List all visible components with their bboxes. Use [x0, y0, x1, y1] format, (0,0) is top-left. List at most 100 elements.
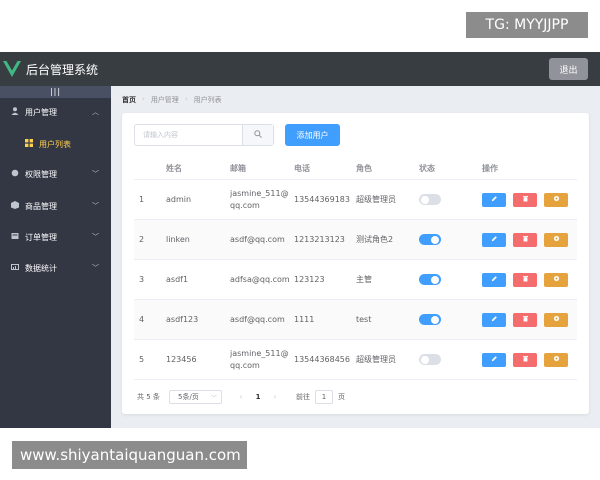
sidebar-item-permissions[interactable]: 权限管理 ﹀	[0, 164, 111, 184]
user-email: jasmine_511@qq.com	[230, 348, 289, 370]
edit-button[interactable]	[482, 352, 506, 367]
user-email: asdf@qq.com	[230, 234, 285, 244]
prev-page-button[interactable]: ‹	[234, 393, 248, 401]
status-toggle[interactable]	[419, 234, 441, 245]
user-icon	[10, 107, 20, 117]
trash-icon	[522, 234, 529, 246]
breadcrumb: 首页 › 用户管理 › 用户列表	[122, 95, 222, 105]
goto-suffix: 页	[338, 393, 345, 401]
edit-icon	[491, 234, 498, 246]
vue-logo-icon	[2, 59, 22, 79]
assign-role-button[interactable]	[544, 232, 568, 247]
user-name: admin	[166, 194, 192, 204]
sidebar-item-goods[interactable]: 商品管理 ﹀	[0, 196, 111, 216]
row-index: 5	[139, 354, 145, 364]
status-toggle[interactable]	[419, 274, 441, 285]
order-icon	[10, 232, 20, 242]
table-row: 4 asdf123 asdf@qq.com 1111 test	[134, 300, 577, 340]
sidebar-item-orders[interactable]: 订单管理 ﹀	[0, 227, 111, 247]
assign-role-button[interactable]	[544, 352, 568, 367]
table-row: 1 admin jasmine_511@qq.com 13544369183 超级管理员	[134, 180, 577, 220]
status-toggle[interactable]	[419, 314, 441, 325]
sidebar-subitem-user-list[interactable]: 用户列表	[0, 134, 111, 154]
sidebar: ||| 用户管理 ︿ 用户列表 权限管理 ﹀ 商品管理 ﹀ 订单管理 ﹀ 数据统…	[0, 86, 111, 428]
sidebar-item-users[interactable]: 用户管理 ︿	[0, 102, 111, 122]
status-toggle[interactable]	[419, 194, 441, 205]
lock-icon	[10, 169, 20, 179]
actions-cell	[482, 340, 577, 379]
breadcrumb-item: 用户列表	[193, 96, 222, 104]
user-phone: 13544369183	[294, 194, 350, 204]
column-header-name: 姓名	[166, 163, 182, 173]
pagination-total: 共 5 条	[137, 393, 160, 401]
user-email: jasmine_511@qq.com	[230, 188, 289, 210]
assign-role-button[interactable]	[544, 312, 568, 327]
user-phone: 1111	[294, 314, 315, 324]
table-row: 2 linken asdf@qq.com 1213213123 测试角色2	[134, 220, 577, 260]
edit-button[interactable]	[482, 192, 506, 207]
user-role: 超级管理员	[356, 194, 396, 204]
breadcrumb-home-link[interactable]: 首页	[122, 95, 136, 105]
gear-icon	[553, 274, 560, 286]
chevron-down-icon: ﹀	[92, 170, 99, 178]
status-cell	[419, 340, 479, 379]
breadcrumb-item: 用户管理	[150, 96, 179, 104]
edit-icon	[491, 274, 498, 286]
watermark-top: TG: MYYJJPP	[466, 12, 588, 38]
edit-button[interactable]	[482, 232, 506, 247]
add-user-button[interactable]: 添加用户	[285, 124, 340, 146]
gear-icon	[553, 314, 560, 326]
delete-button[interactable]	[513, 352, 537, 367]
breadcrumb-separator: ›	[184, 95, 188, 103]
edit-button[interactable]	[482, 272, 506, 287]
user-email: adfsa@qq.com	[230, 274, 290, 284]
page-size-select[interactable]: 5条/页 ﹀	[169, 390, 222, 404]
sidebar-subitem-label: 用户列表	[39, 139, 71, 149]
sidebar-item-label: 商品管理	[25, 201, 57, 211]
toggle-knob	[431, 235, 439, 244]
toggle-knob	[431, 315, 439, 324]
status-cell	[419, 300, 479, 339]
status-cell	[419, 180, 479, 219]
goto-page-input[interactable]: 1	[315, 390, 333, 404]
user-table: 姓名 邮箱 电话 角色 状态 操作 1 admin jasmine_511@qq.c…	[134, 158, 577, 380]
grid-icon	[24, 139, 34, 149]
edit-icon	[491, 194, 498, 206]
actions-cell	[482, 300, 577, 339]
status-toggle[interactable]	[419, 354, 441, 365]
chevron-down-icon: ﹀	[210, 394, 217, 402]
column-header-state: 状态	[419, 163, 435, 173]
search-button[interactable]	[242, 125, 273, 145]
search-input[interactable]	[135, 125, 242, 145]
trash-icon	[522, 274, 529, 286]
sidebar-toggle-button[interactable]: |||	[0, 86, 111, 98]
chevron-down-icon: ﹀	[92, 202, 99, 210]
user-name: asdf1	[166, 274, 189, 284]
next-page-button[interactable]: ›	[268, 393, 282, 401]
column-header-role: 角色	[356, 163, 372, 173]
delete-button[interactable]	[513, 232, 537, 247]
table-body: 1 admin jasmine_511@qq.com 13544369183 超级管理员…	[134, 180, 577, 380]
chevron-up-icon: ︿	[92, 108, 99, 116]
watermark-bottom: www.shiyantaiquanguan.com	[12, 441, 247, 469]
delete-button[interactable]	[513, 192, 537, 207]
delete-button[interactable]	[513, 312, 537, 327]
chart-icon	[10, 263, 20, 273]
app-container: 后台管理系统 退出 ||| 用户管理 ︿ 用户列表 权限管理 ﹀ 商品管理 ﹀ …	[0, 52, 600, 428]
row-index: 4	[139, 314, 145, 324]
delete-button[interactable]	[513, 272, 537, 287]
page-number-current[interactable]: 1	[248, 393, 268, 401]
assign-role-button[interactable]	[544, 192, 568, 207]
user-email: asdf@qq.com	[230, 314, 285, 324]
sidebar-item-statistics[interactable]: 数据统计 ﹀	[0, 258, 111, 278]
app-header: 后台管理系统 退出	[0, 52, 600, 86]
logout-button[interactable]: 退出	[549, 58, 588, 80]
pagination: 共 5 条 5条/页 ﹀ ‹ 1 › 前往 1 页	[137, 390, 345, 404]
toggle-knob	[421, 195, 429, 204]
edit-icon	[491, 314, 498, 326]
toggle-knob	[431, 275, 439, 284]
edit-button[interactable]	[482, 312, 506, 327]
assign-role-button[interactable]	[544, 272, 568, 287]
app-title: 后台管理系统	[26, 62, 99, 77]
search-icon	[254, 129, 262, 141]
